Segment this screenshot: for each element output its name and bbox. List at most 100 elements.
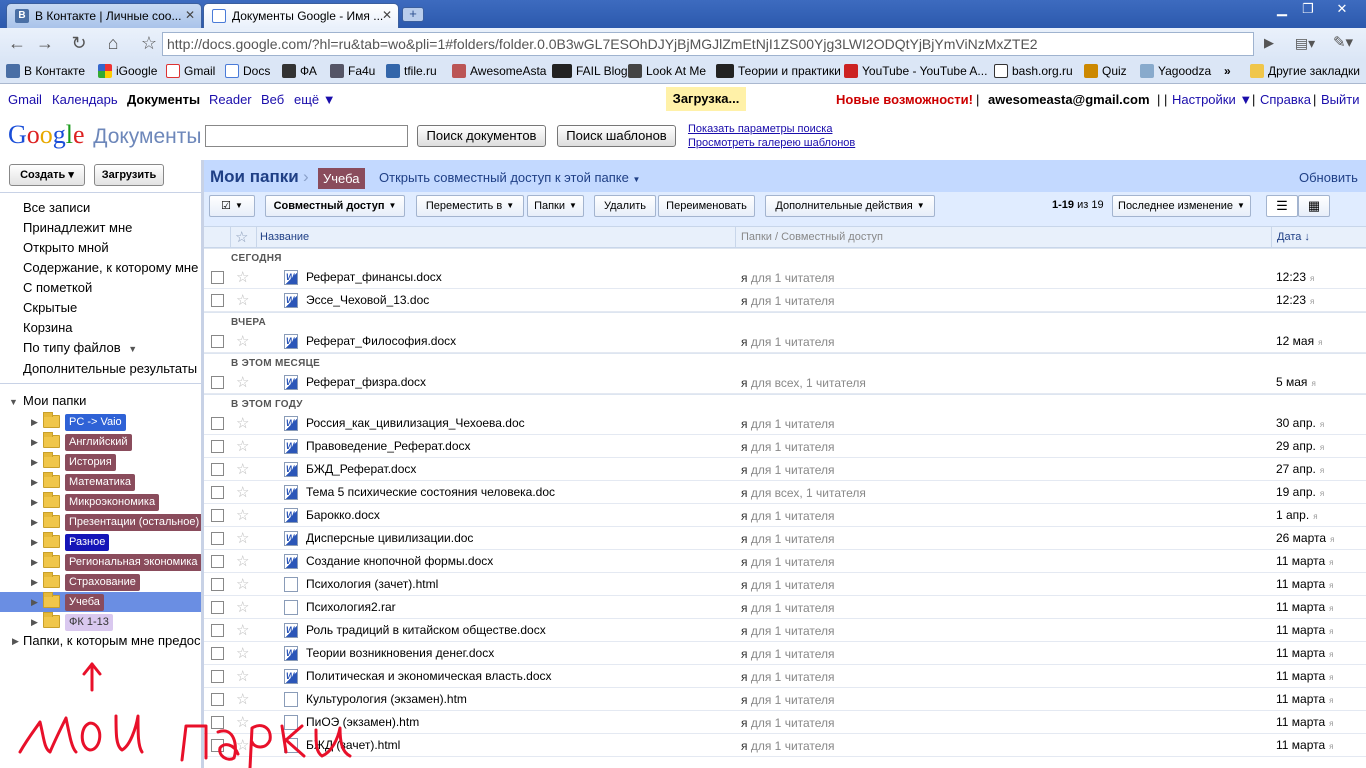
folder-item[interactable]: ▶ Презентации (остальное) bbox=[0, 512, 201, 532]
star-icon[interactable]: ☆ bbox=[236, 736, 249, 754]
address-bar[interactable]: http://docs.google.com/?hl=ru&tab=wo&pli… bbox=[162, 32, 1254, 56]
document-row[interactable]: ☆ Политическая и экономическая власть.doc… bbox=[204, 665, 1366, 688]
row-checkbox[interactable] bbox=[211, 624, 224, 637]
bookmark-item[interactable]: Теории и практики bbox=[716, 64, 841, 78]
close-tab-icon[interactable]: ✕ bbox=[382, 8, 392, 22]
folders-sharing-column-header[interactable]: Папки / Совместный доступ bbox=[741, 231, 883, 243]
bookmark-item[interactable]: AwesomeAsta bbox=[452, 64, 546, 78]
bookmark-item[interactable]: Gmail bbox=[166, 64, 215, 78]
star-icon[interactable]: ☆ bbox=[236, 332, 249, 350]
star-icon[interactable]: ☆ bbox=[236, 575, 249, 593]
star-icon[interactable]: ☆ bbox=[236, 460, 249, 478]
document-name[interactable]: Роль традиций в китайском обществе.docx bbox=[306, 623, 546, 637]
star-icon[interactable]: ☆ bbox=[236, 291, 249, 309]
search-docs-button[interactable]: Поиск документов bbox=[417, 125, 546, 147]
document-row[interactable]: ☆ Реферат_финансы.docx я для 1 читателя 12:… bbox=[204, 266, 1366, 289]
document-name[interactable]: Политическая и экономическая власть.docx bbox=[306, 669, 552, 683]
star-icon[interactable]: ☆ bbox=[236, 529, 249, 547]
expand-triangle-icon[interactable]: ▶ bbox=[31, 537, 38, 548]
star-icon[interactable]: ☆ bbox=[236, 506, 249, 524]
show-search-options-link[interactable]: Показать параметры поиска bbox=[688, 123, 832, 135]
sort-menu-button[interactable]: Последнее изменение ▼ bbox=[1112, 195, 1251, 217]
grid-view-icon[interactable]: ▦ bbox=[1298, 195, 1330, 217]
bookmark-item[interactable]: Look At Me bbox=[628, 64, 706, 78]
help-link[interactable]: Справка bbox=[1260, 92, 1311, 107]
row-checkbox[interactable] bbox=[211, 601, 224, 614]
row-checkbox[interactable] bbox=[211, 376, 224, 389]
star-icon[interactable]: ☆ bbox=[236, 644, 249, 662]
bookmark-item[interactable]: ФА bbox=[282, 64, 317, 78]
row-checkbox[interactable] bbox=[211, 555, 224, 568]
expand-triangle-icon[interactable]: ▶ bbox=[31, 437, 38, 448]
bookmark-item[interactable]: YouTube - YouTube A... bbox=[844, 64, 987, 78]
expand-triangle-icon[interactable]: ▶ bbox=[31, 497, 38, 508]
star-icon[interactable]: ☆ bbox=[236, 667, 249, 685]
bookmark-item[interactable]: Yagoodza bbox=[1140, 64, 1211, 78]
document-row[interactable]: ☆ Тема 5 психические состояния человека.d… bbox=[204, 481, 1366, 504]
name-column-header[interactable]: Название bbox=[260, 231, 309, 243]
document-row[interactable]: ☆ Правоведение_Реферат.docx я для 1 читате… bbox=[204, 435, 1366, 458]
close-window-icon[interactable]: ✕ bbox=[1330, 1, 1354, 17]
document-name[interactable]: Психология (зачет).html bbox=[306, 577, 438, 591]
search-templates-button[interactable]: Поиск шаблонов bbox=[557, 125, 676, 147]
document-name[interactable]: Эссе_Чеховой_13.doc bbox=[306, 293, 429, 307]
row-checkbox[interactable] bbox=[211, 294, 224, 307]
folder-item[interactable]: ▶ Английский bbox=[0, 432, 201, 452]
row-checkbox[interactable] bbox=[211, 739, 224, 752]
bookmark-item[interactable]: Docs bbox=[225, 64, 270, 78]
document-name[interactable]: БЖД_Реферат.docx bbox=[306, 462, 416, 476]
row-checkbox[interactable] bbox=[211, 716, 224, 729]
document-name[interactable]: Психология2.rar bbox=[306, 600, 396, 614]
minimize-icon[interactable]: ▁ bbox=[1270, 1, 1294, 17]
bookmark-item[interactable]: tfile.ru bbox=[386, 64, 437, 78]
star-icon[interactable]: ☆ bbox=[236, 437, 249, 455]
more-actions-menu-button[interactable]: Дополнительные действия ▼ bbox=[765, 195, 935, 217]
row-checkbox[interactable] bbox=[211, 271, 224, 284]
bookmarks-overflow-button[interactable]: » bbox=[1224, 64, 1231, 78]
document-row[interactable]: ☆ Дисперсные цивилизации.doc я для 1 читат… bbox=[204, 527, 1366, 550]
settings-link[interactable]: Настройки ▼ bbox=[1172, 92, 1252, 107]
document-row[interactable]: ☆ Россия_как_цивилизация_Чехоева.doc я для… bbox=[204, 412, 1366, 435]
reload-icon[interactable]: ↻ bbox=[68, 34, 90, 54]
star-icon[interactable]: ☆ bbox=[236, 552, 249, 570]
star-column-icon[interactable]: ☆ bbox=[235, 228, 248, 246]
delete-button[interactable]: Удалить bbox=[594, 195, 656, 217]
upload-button[interactable]: Загрузить bbox=[94, 164, 164, 186]
row-checkbox[interactable] bbox=[211, 440, 224, 453]
google-docs-logo[interactable]: Google Документы bbox=[8, 120, 202, 150]
share-folder-link[interactable]: Открыть совместный доступ к этой папке ▼ bbox=[379, 170, 640, 185]
filter-starred[interactable]: С пометкой bbox=[23, 280, 92, 295]
select-menu-button[interactable]: ☑ ▼ bbox=[209, 195, 255, 217]
document-name[interactable]: Культурология (экзамен).htm bbox=[306, 692, 467, 706]
gbar-web-link[interactable]: Веб bbox=[261, 92, 284, 107]
star-icon[interactable]: ☆ bbox=[236, 483, 249, 501]
folder-item[interactable]: ▶ PC -> Vaio bbox=[0, 412, 201, 432]
document-row[interactable]: ☆ Барокко.docx я для 1 читателя 1 апр.я bbox=[204, 504, 1366, 527]
gbar-calendar-link[interactable]: Календарь bbox=[52, 92, 118, 107]
expand-triangle-icon[interactable]: ▶ bbox=[31, 457, 38, 468]
document-row[interactable]: ☆ БЖД (зачет).html я для 1 читателя 11 март… bbox=[204, 734, 1366, 757]
filter-trash[interactable]: Корзина bbox=[23, 320, 73, 335]
document-name[interactable]: ПиОЭ (экзамен).htm bbox=[306, 715, 419, 729]
browser-tab-vkontakte[interactable]: B В Контакте | Личные соо... ✕ bbox=[6, 3, 202, 28]
expand-triangle-icon[interactable]: ▶ bbox=[31, 477, 38, 488]
star-icon[interactable]: ☆ bbox=[236, 621, 249, 639]
logout-link[interactable]: Выйти bbox=[1321, 92, 1360, 107]
folder-item[interactable]: ▶ Микроэкономика bbox=[0, 492, 201, 512]
bookmark-star-icon[interactable]: ☆ bbox=[138, 34, 160, 54]
star-icon[interactable]: ☆ bbox=[236, 598, 249, 616]
star-icon[interactable]: ☆ bbox=[236, 373, 249, 391]
filter-more-results[interactable]: Дополнительные результаты bbox=[23, 361, 197, 376]
star-icon[interactable]: ☆ bbox=[236, 713, 249, 731]
bookmark-item[interactable]: В Контакте bbox=[6, 64, 85, 78]
document-row[interactable]: ☆ Реферат_физра.docx я для всех, 1 читател… bbox=[204, 371, 1366, 394]
bookmark-item[interactable]: Quiz bbox=[1084, 64, 1127, 78]
document-row[interactable]: ☆ Эссе_Чеховой_13.doc я для 1 читателя 12:2… bbox=[204, 289, 1366, 312]
back-icon[interactable]: ← bbox=[6, 34, 28, 54]
filter-owned-by-me[interactable]: Принадлежит мне bbox=[23, 220, 132, 235]
filter-shared-with-me[interactable]: Содержание, к которому мне bbox=[23, 260, 198, 275]
document-name[interactable]: Правоведение_Реферат.docx bbox=[306, 439, 471, 453]
document-row[interactable]: ☆ Реферат_Философия.docx я для 1 читателя 1… bbox=[204, 330, 1366, 353]
filter-hidden[interactable]: Скрытые bbox=[23, 300, 77, 315]
star-icon[interactable]: ☆ bbox=[236, 414, 249, 432]
